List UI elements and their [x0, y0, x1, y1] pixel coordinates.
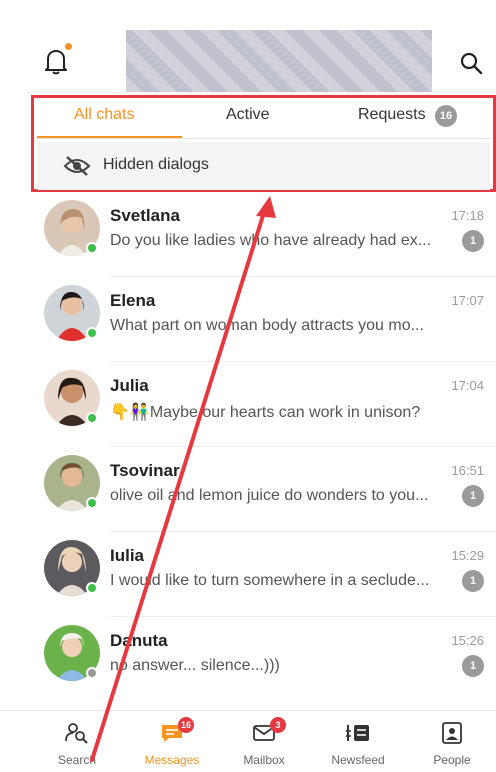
nav-label: Messages — [144, 753, 200, 767]
messages-badge: 16 — [178, 717, 195, 733]
chat-preview: Do you like ladies who have already had … — [110, 232, 432, 249]
nav-label: People — [433, 753, 471, 767]
top-bar — [0, 0, 496, 95]
chat-preview: olive oil and lemon juice do wonders to … — [110, 487, 429, 504]
online-status-dot — [86, 582, 98, 594]
chat-name: Danuta — [110, 631, 168, 650]
hidden-dialogs-row[interactable]: Hidden dialogs — [37, 142, 490, 190]
tab-all-chats[interactable]: All chats — [74, 106, 134, 124]
online-status-dot — [86, 327, 98, 339]
unread-count-badge: 1 — [462, 485, 484, 507]
nav-label: Search — [57, 753, 97, 767]
nav-label: Newsfeed — [331, 753, 385, 767]
bottom-navigation: Search 16 Messages 3 Mailbox Newsfeed Pe… — [0, 710, 496, 772]
mailbox-badge: 3 — [270, 717, 286, 733]
chat-time: 15:26 — [451, 633, 484, 648]
nav-people[interactable]: People — [422, 711, 482, 772]
online-status-dot — [86, 412, 98, 424]
blurred-banner — [126, 30, 432, 92]
tab-requests[interactable]: Requests — [358, 106, 426, 124]
chat-preview: What part on woman body attracts you mo.… — [110, 317, 424, 334]
chat-preview: I would like to turn somewhere in a secl… — [110, 572, 430, 589]
online-status-dot — [86, 497, 98, 509]
chat-name: Tsovinar — [110, 461, 180, 480]
chat-name: Svetlana — [110, 206, 180, 225]
tabs-highlight-box: All chats Active Requests 16 Hidden dial… — [31, 95, 496, 192]
chat-time: 17:18 — [451, 208, 484, 223]
chat-name: Iulia — [110, 546, 145, 565]
newsfeed-icon — [345, 721, 371, 745]
tab-active[interactable]: Active — [226, 106, 270, 124]
bell-icon[interactable] — [42, 46, 70, 76]
tabs-divider — [37, 138, 490, 139]
chat-time: 15:29 — [451, 548, 484, 563]
notification-dot — [65, 43, 72, 50]
search-people-icon — [64, 721, 90, 745]
chat-preview: no answer... silence...))) — [110, 657, 280, 674]
chat-row[interactable]: Iulia 15:29 I would like to turn somewhe… — [0, 532, 496, 617]
chat-time: 16:51 — [451, 463, 484, 478]
unread-count-badge: 1 — [462, 230, 484, 252]
chat-preview: 👇👫Maybe our hearts can work in unison? — [110, 404, 421, 421]
chat-name: Elena — [110, 291, 156, 310]
chat-row[interactable]: Elena 17:07 What part on woman body attr… — [0, 277, 496, 362]
nav-search[interactable]: Search — [47, 711, 107, 772]
requests-badge: 16 — [435, 105, 457, 127]
chat-row[interactable]: Svetlana 17:18 Do you like ladies who ha… — [0, 192, 496, 277]
unread-count-badge: 1 — [462, 655, 484, 677]
chat-row[interactable]: Julia 17:04 👇👫Maybe our hearts can work … — [0, 362, 496, 447]
eye-off-icon — [63, 154, 91, 178]
chat-name: Julia — [110, 376, 149, 395]
people-icon — [439, 721, 465, 745]
chat-time: 17:07 — [451, 293, 484, 308]
offline-status-dot — [86, 667, 98, 679]
nav-mailbox[interactable]: 3 Mailbox — [234, 711, 294, 772]
unread-count-badge: 1 — [462, 570, 484, 592]
chat-row[interactable]: Tsovinar 16:51 olive oil and lemon juice… — [0, 447, 496, 532]
search-icon[interactable] — [458, 50, 484, 76]
chat-tabs: All chats Active Requests 16 — [37, 98, 490, 138]
chat-row[interactable]: Danuta 15:26 no answer... silence...))) … — [0, 617, 496, 702]
nav-newsfeed[interactable]: Newsfeed — [326, 711, 390, 772]
hidden-dialogs-label: Hidden dialogs — [103, 156, 209, 173]
nav-label: Mailbox — [243, 753, 285, 767]
online-status-dot — [86, 242, 98, 254]
chat-time: 17:04 — [451, 378, 484, 393]
nav-messages[interactable]: 16 Messages — [140, 711, 204, 772]
